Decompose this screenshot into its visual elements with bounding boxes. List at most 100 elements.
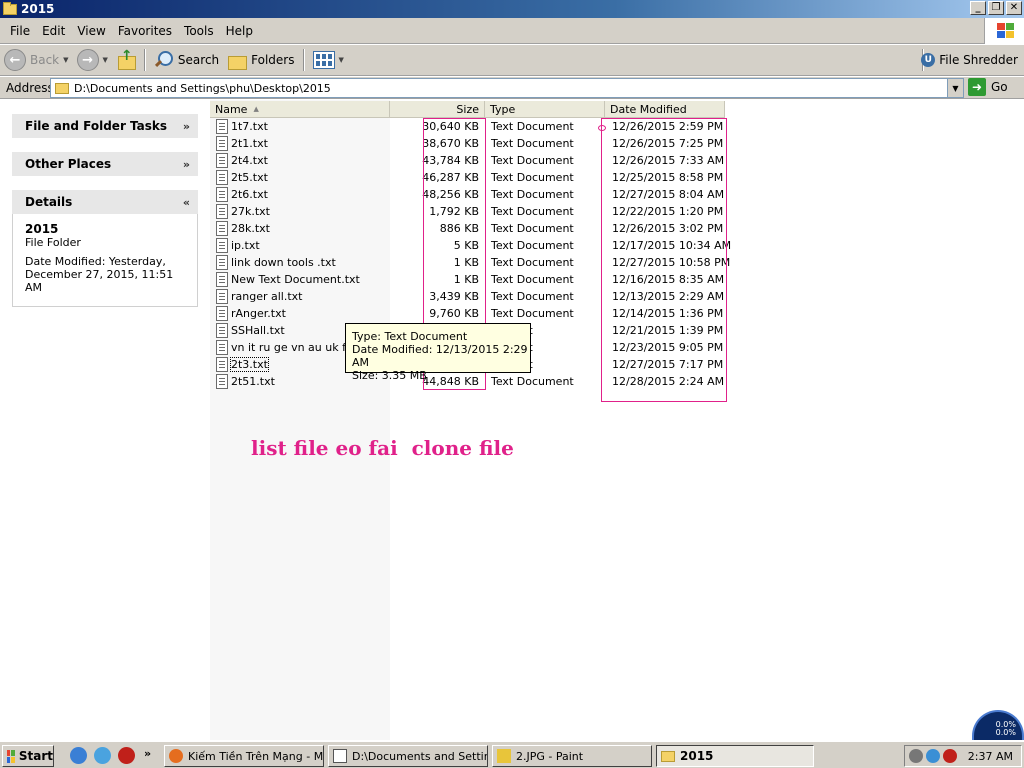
task-paint[interactable]: 2.JPG - Paint	[492, 745, 652, 767]
column-header-date-modified[interactable]: Date Modified	[605, 101, 725, 118]
date-highlight-box	[601, 118, 727, 402]
go-button[interactable]: ➜ Go	[968, 78, 1008, 96]
file-name: 2t1.txt	[231, 137, 268, 150]
address-dropdown-icon[interactable]: ▼	[947, 79, 963, 97]
outlook-icon[interactable]	[94, 747, 111, 764]
file-type: Text Document	[491, 137, 574, 150]
file-type: Text Document	[491, 120, 574, 133]
file-name: link down tools .txt	[231, 256, 336, 269]
text-file-icon	[216, 357, 228, 372]
file-type: Text Document	[491, 222, 574, 235]
file-name: 2t4.txt	[231, 154, 268, 167]
notepad-icon	[333, 749, 347, 763]
text-file-icon	[216, 221, 228, 236]
file-name: 2t51.txt	[231, 375, 275, 388]
chevron-down-icon[interactable]: »	[183, 158, 190, 171]
file-name: ip.txt	[231, 239, 260, 252]
file-type: Text Document	[491, 171, 574, 184]
text-file-icon	[216, 323, 228, 338]
paint-icon	[497, 749, 511, 763]
column-date-label: Date Modified	[610, 102, 687, 116]
media-icon[interactable]	[118, 747, 135, 764]
text-file-icon	[216, 306, 228, 321]
text-file-icon	[216, 340, 228, 355]
task-notepad[interactable]: D:\Documents and Settin...	[328, 745, 488, 767]
column-header-type[interactable]: Type	[485, 101, 605, 118]
menu-help[interactable]: Help	[220, 24, 259, 38]
details-panel: Details « 2015 File Folder Date Modified…	[12, 190, 198, 307]
column-type-label: Type	[490, 102, 516, 116]
column-size-label: Size	[456, 102, 479, 116]
column-header-name[interactable]: Name ▲	[210, 101, 390, 118]
more-chevron-icon[interactable]: »	[144, 747, 151, 760]
file-type: Text Document	[491, 307, 574, 320]
file-type: Text Document	[491, 256, 574, 269]
chevron-up-icon[interactable]: «	[183, 196, 190, 209]
file-folder-tasks-header[interactable]: File and Folder Tasks »	[12, 114, 198, 138]
folder-icon	[55, 82, 69, 94]
details-header[interactable]: Details «	[12, 190, 198, 214]
sort-ascending-icon: ▲	[253, 105, 259, 113]
address-path: D:\Documents and Settings\phu\Desktop\20…	[74, 81, 331, 95]
tray-network-icon[interactable]	[926, 749, 940, 763]
close-button[interactable]: ✕	[1006, 1, 1022, 15]
clock[interactable]: 2:37 AM	[968, 750, 1013, 763]
back-arrow-icon: ←	[4, 49, 26, 71]
details-title: Details	[25, 195, 73, 209]
shield-icon[interactable]	[943, 749, 957, 763]
menu-bar: File Edit View Favorites Tools Help	[0, 18, 1024, 44]
toolbar-separator	[302, 49, 305, 71]
file-list[interactable]: Name ▲ Size Type Date Modified 1t7.txt 30…	[210, 100, 1024, 740]
file-name: 2t5.txt	[231, 171, 268, 184]
folder-up-icon	[116, 48, 136, 70]
menu-edit[interactable]: Edit	[36, 24, 71, 38]
folders-label: Folders	[251, 53, 295, 67]
task-explorer[interactable]: 2015	[656, 745, 814, 767]
window-controls: _ ❐ ✕	[970, 1, 1022, 15]
file-name: rAnger.txt	[231, 307, 286, 320]
shredder-icon: U	[921, 53, 936, 67]
folder-icon	[3, 1, 17, 15]
menu-tools[interactable]: Tools	[178, 24, 220, 38]
chevron-down-icon[interactable]: »	[183, 120, 190, 133]
tooltip-type: Type: Text Document	[352, 330, 468, 343]
task-browser[interactable]: Kiếm Tiền Trên Mạng - M...	[164, 745, 324, 767]
folder-icon	[661, 750, 675, 762]
other-places-title: Other Places	[25, 157, 112, 171]
task-browser-label: Kiếm Tiền Trên Mạng - M...	[188, 749, 324, 763]
title-bar[interactable]: 2015 _ ❐ ✕	[0, 0, 1024, 18]
text-file-icon	[216, 272, 228, 287]
up-button[interactable]	[112, 47, 140, 73]
file-shredder-button[interactable]: U File Shredder	[921, 53, 1018, 67]
file-name: ranger all.txt	[231, 290, 303, 303]
text-file-icon	[216, 374, 228, 389]
menu-file[interactable]: File	[4, 24, 36, 38]
file-name: 28k.txt	[231, 222, 270, 235]
back-dropdown-icon[interactable]: ▼	[63, 56, 68, 64]
menu-view[interactable]: View	[71, 24, 111, 38]
address-input[interactable]: D:\Documents and Settings\phu\Desktop\20…	[50, 78, 964, 98]
search-button[interactable]: Search	[150, 47, 223, 73]
ie-icon[interactable]	[70, 747, 87, 764]
column-name-label: Name	[215, 102, 248, 116]
column-header-size[interactable]: Size	[390, 101, 485, 118]
start-button[interactable]: Start	[2, 745, 54, 767]
file-folder-tasks-title: File and Folder Tasks	[25, 119, 168, 133]
views-button[interactable]: ▼	[309, 47, 348, 73]
menu-favorites[interactable]: Favorites	[112, 24, 178, 38]
address-bar: Address D:\Documents and Settings\phu\De…	[0, 77, 1024, 99]
forward-dropdown-icon[interactable]: ▼	[103, 56, 108, 64]
other-places-header[interactable]: Other Places »	[12, 152, 198, 176]
tooltip-size: Size: 3.35 MB	[352, 369, 427, 382]
restore-button[interactable]: ❐	[988, 1, 1004, 15]
file-type: Text Document	[491, 273, 574, 286]
tray-app-icon[interactable]	[909, 749, 923, 763]
file-type: Text Document	[491, 290, 574, 303]
back-button[interactable]: ← Back ▼	[0, 47, 73, 73]
forward-button[interactable]: → ▼	[73, 47, 112, 73]
text-file-icon	[216, 187, 228, 202]
folders-button[interactable]: Folders	[223, 47, 298, 73]
minimize-button[interactable]: _	[970, 1, 986, 15]
text-file-icon	[216, 289, 228, 304]
system-tray: 2:37 AM	[904, 745, 1022, 767]
